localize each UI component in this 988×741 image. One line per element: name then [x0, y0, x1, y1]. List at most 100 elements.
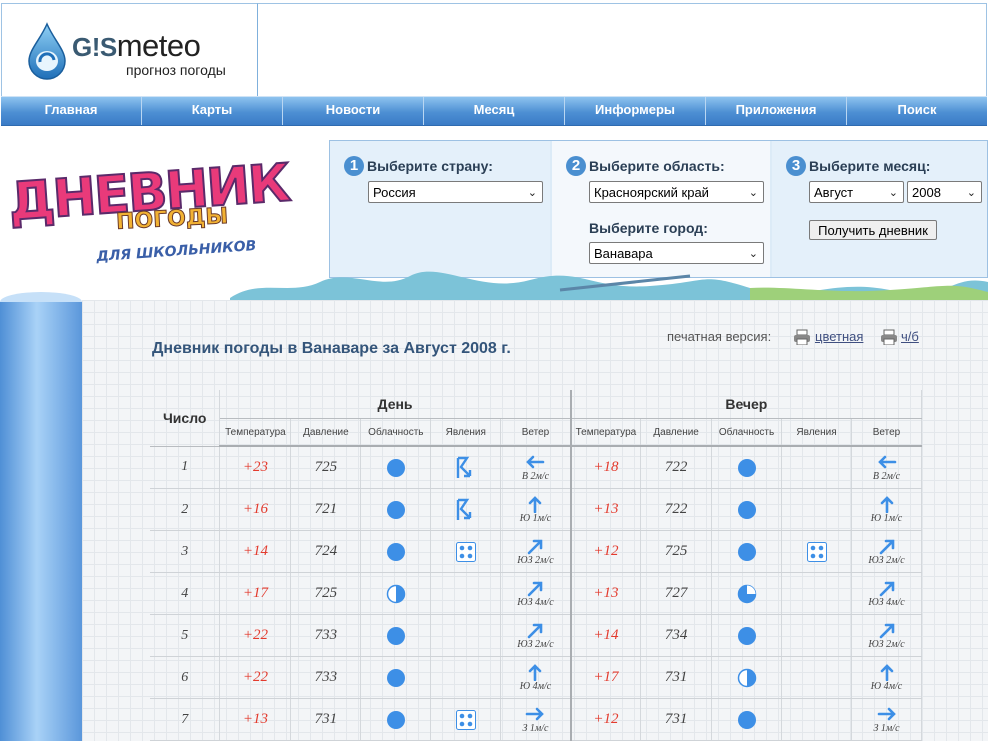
- diary-selector-panel: 1 Выберите страну: Россия ⌄ 2 Выберите об…: [329, 140, 988, 278]
- evening-wind-label: ЮЗ 2м/с: [868, 554, 905, 566]
- day-group-header: День: [219, 390, 572, 419]
- day-pressure: 721: [290, 488, 362, 531]
- country-value: Россия: [373, 185, 416, 200]
- wind-arrow-icon: [526, 707, 545, 720]
- cloud-full-icon: [386, 542, 405, 561]
- month-select[interactable]: Август ⌄: [809, 181, 904, 203]
- evening-cloudiness: [711, 488, 783, 531]
- day-wind-label: ЮЗ 4м/с: [517, 596, 554, 608]
- step-number-2: 2: [566, 156, 586, 176]
- evening-cloudiness: [711, 530, 783, 573]
- col-cloudiness: Облачность: [711, 418, 783, 447]
- region-select[interactable]: Красноярский край ⌄: [589, 181, 764, 203]
- cloud-half-icon: [386, 584, 406, 603]
- evening-wind: ЮЗ 2м/с: [851, 530, 922, 573]
- month-label: Выберите месяц:: [809, 158, 931, 174]
- day-pressure: 724: [290, 530, 362, 573]
- city-select[interactable]: Ванавара ⌄: [589, 242, 764, 264]
- nav-item-apps[interactable]: Приложения: [706, 97, 847, 125]
- nav-item-news[interactable]: Новости: [283, 97, 424, 125]
- month-value: Август: [814, 185, 854, 200]
- evening-temperature: +12: [569, 698, 642, 741]
- col-phenomena: Явления: [781, 418, 852, 447]
- cloud-full-icon: [386, 710, 405, 729]
- thunderstorm-icon: [456, 456, 471, 478]
- page-title: Дневник погоды в Ванаваре за Август 2008…: [152, 340, 511, 357]
- step-number-1: 1: [344, 156, 364, 176]
- evening-temperature: +13: [569, 572, 642, 615]
- nav-item-informers[interactable]: Информеры: [565, 97, 706, 125]
- wind-arrow-icon: [880, 495, 893, 513]
- day-temperature: +23: [219, 446, 292, 489]
- day-pressure: 731: [290, 698, 362, 741]
- site-header: G!Smeteo прогноз погоды: [0, 0, 988, 97]
- chevron-down-icon: ⌄: [748, 187, 758, 199]
- diary-logo-line3: ДЛЯ ШКОЛЬНИКОВ: [95, 238, 257, 265]
- thunderstorm-icon: [456, 498, 471, 520]
- day-cloudiness: [360, 530, 432, 573]
- print-color-link[interactable]: цветная: [815, 329, 863, 344]
- evening-wind-label: Ю 1м/с: [870, 512, 903, 524]
- day-phenomena: [430, 656, 502, 699]
- evening-phenomena: [781, 488, 852, 531]
- day-temperature: +17: [219, 572, 292, 615]
- logo-prefix: G!S: [72, 32, 117, 62]
- day-wind: Ю 4м/с: [500, 656, 572, 699]
- wind-arrow-icon: [526, 455, 545, 468]
- table-row: 2 +16 721 Ю 1м/с +13 722 Ю 1м/с: [150, 488, 922, 531]
- diary-rows: 1 +23 725 В 2м/с +18 722 В 2м/с 2 +16 721 Ю 1м/с +1…: [150, 446, 922, 741]
- evening-wind-label: Ю 4м/с: [870, 680, 903, 692]
- printer-icon[interactable]: [880, 329, 898, 345]
- evening-wind-label: В 2м/с: [872, 470, 901, 482]
- day-phenomena: [430, 698, 502, 741]
- day-pressure: 725: [290, 446, 362, 489]
- day-wind-label: ЮЗ 2м/с: [517, 554, 554, 566]
- evening-wind-label: ЮЗ 2м/с: [868, 638, 905, 650]
- nav-item-search[interactable]: Поиск: [847, 97, 987, 125]
- day-temperature: +16: [219, 488, 292, 531]
- printer-icon[interactable]: [793, 329, 811, 345]
- country-select[interactable]: Россия ⌄: [368, 181, 543, 203]
- evening-phenomena: [781, 446, 852, 489]
- wind-arrow-icon: [877, 707, 896, 720]
- chevron-down-icon: ⌄: [527, 187, 537, 199]
- year-select[interactable]: 2008 ⌄: [907, 181, 982, 203]
- day-cloudiness: [360, 446, 432, 489]
- year-value: 2008: [912, 185, 941, 200]
- chevron-down-icon: ⌄: [966, 187, 976, 199]
- step-number-3: 3: [786, 156, 806, 176]
- cloud-full-icon: [386, 668, 405, 687]
- site-logo[interactable]: G!Smeteo прогноз погоды: [1, 3, 258, 97]
- col-cloudiness: Облачность: [360, 418, 432, 447]
- evening-temperature: +18: [569, 446, 642, 489]
- day-pressure: 733: [290, 614, 362, 657]
- evening-wind-label: ЮЗ 4м/с: [868, 596, 905, 608]
- evening-phenomena: [781, 530, 852, 573]
- region-label: Выберите область:: [589, 158, 725, 174]
- day-wind-label: Ю 1м/с: [519, 512, 552, 524]
- col-temperature: Температура: [219, 418, 292, 447]
- wind-arrow-icon: [529, 663, 542, 681]
- evening-temperature: +13: [569, 488, 642, 531]
- evening-phenomena: [781, 698, 852, 741]
- evening-cloudiness: [711, 572, 783, 615]
- day-number: 2: [150, 488, 221, 531]
- cloud-full-icon: [737, 626, 756, 645]
- wind-arrow-icon: [528, 539, 543, 554]
- get-diary-button[interactable]: Получить дневник: [809, 220, 937, 240]
- day-cloudiness: [360, 698, 432, 741]
- evening-wind: В 2м/с: [851, 446, 922, 489]
- logo-brand: meteo: [116, 28, 201, 63]
- nav-item-home[interactable]: Главная: [1, 97, 142, 125]
- wind-arrow-icon: [529, 495, 542, 513]
- rain-icon: [455, 709, 476, 730]
- cloud-full-icon: [737, 500, 756, 519]
- rain-icon: [806, 541, 827, 562]
- city-value: Ванавара: [594, 246, 653, 261]
- day-cloudiness: [360, 572, 432, 615]
- day-wind: Ю 1м/с: [500, 488, 572, 531]
- nav-item-maps[interactable]: Карты: [142, 97, 283, 125]
- nav-item-month[interactable]: Месяц: [424, 97, 565, 125]
- wind-arrow-icon: [528, 581, 543, 596]
- print-bw-link[interactable]: ч/б: [901, 329, 919, 344]
